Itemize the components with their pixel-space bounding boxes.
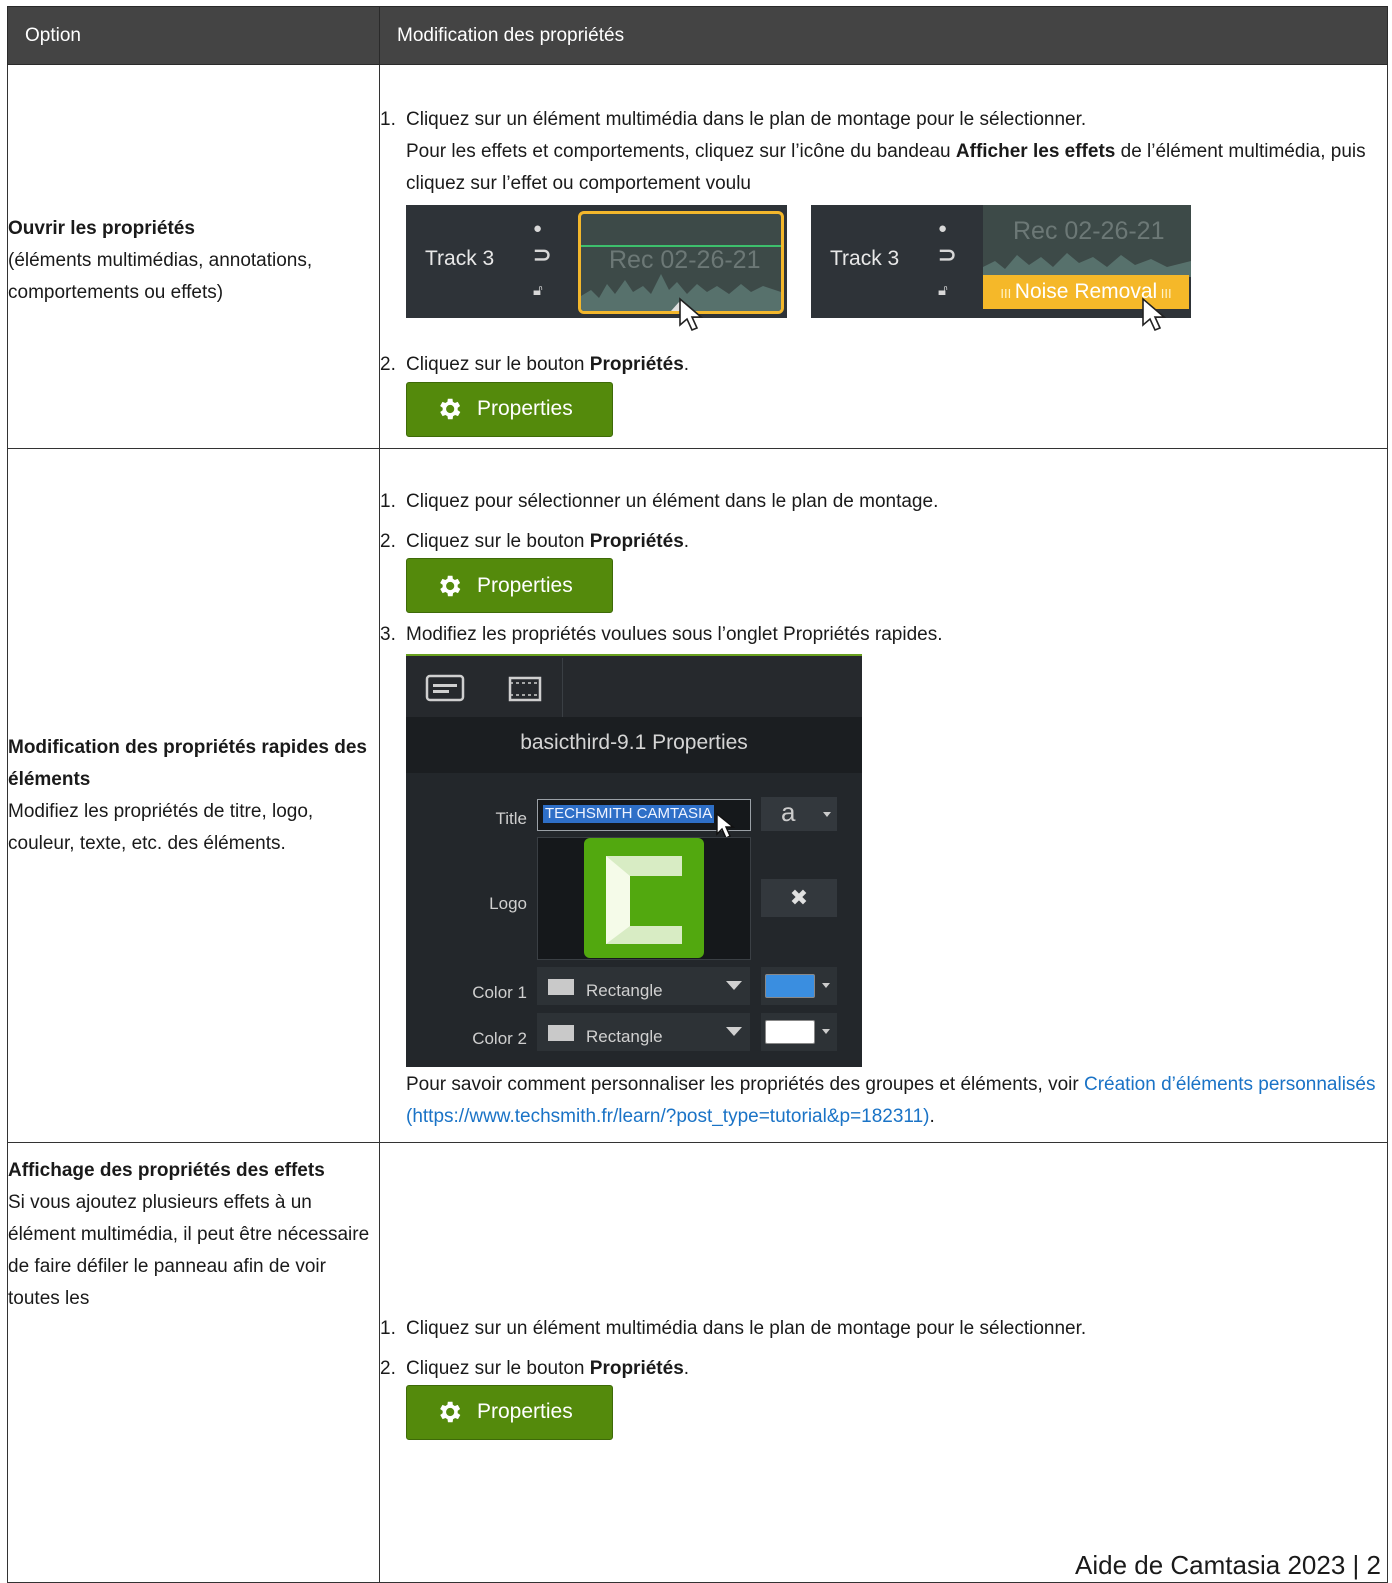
option-cell: Ouvrir les propriétés (éléments multiméd… bbox=[7, 64, 380, 449]
note: Pour savoir comment personnaliser les pr… bbox=[406, 1074, 1376, 1127]
step: 2. Cliquez sur le bouton Propriétés. Pro… bbox=[380, 1353, 1387, 1440]
option-title: Modification des propriétés rapides des … bbox=[8, 736, 367, 790]
modification-cell: 1. Cliquez sur un élément multimédia dan… bbox=[379, 1142, 1388, 1583]
step: 2. Cliquez sur le bouton Propriétés. Pro… bbox=[380, 349, 1387, 437]
option-cell: Affichage des propriétés des effets Si v… bbox=[7, 1142, 380, 1583]
color2-picker[interactable] bbox=[761, 1013, 837, 1051]
title-label: Title bbox=[495, 809, 528, 828]
lock-icon: 🔓︎ bbox=[938, 281, 948, 299]
font-style-dropdown[interactable]: a bbox=[761, 797, 837, 831]
table-row: Modification des propriétés rapides des … bbox=[7, 448, 1388, 1143]
option-desc: Si vous ajoutez plusieurs effets à un él… bbox=[8, 1192, 370, 1309]
color1-shape-select[interactable]: Rectangle bbox=[537, 967, 750, 1005]
header-option: Option bbox=[7, 6, 380, 65]
option-desc: (éléments multimédias, annotations, comp… bbox=[8, 249, 313, 303]
cursor-icon bbox=[1142, 296, 1167, 331]
table-row: Ouvrir les propriétés (éléments multiméd… bbox=[7, 64, 1388, 449]
header-modification: Modification des propriétés bbox=[379, 6, 1388, 65]
option-title: Affichage des propriétés des effets bbox=[8, 1160, 325, 1181]
panel-tabbar bbox=[406, 654, 862, 722]
properties-table: Option Modification des propriétés Ouvri… bbox=[7, 6, 1388, 1583]
media-clip[interactable]: Rec 02-26-21 bbox=[983, 204, 1191, 277]
timeline-track: Track 3 ● ⊃ 🔓︎ Rec 02-26-21 bbox=[406, 204, 787, 331]
cursor-icon bbox=[679, 296, 704, 331]
tab-quick-properties[interactable] bbox=[406, 658, 484, 722]
panel-title: basicthird-9.1 Properties bbox=[406, 717, 862, 773]
chevron-down-icon bbox=[823, 812, 831, 817]
color1-label: Color 1 bbox=[472, 983, 527, 1002]
magnet-icon: ⊃ bbox=[938, 241, 957, 267]
camtasia-logo bbox=[584, 838, 704, 958]
gear-icon bbox=[440, 398, 461, 420]
cursor-icon bbox=[716, 812, 735, 839]
lock-icon: 🔓︎ bbox=[533, 281, 543, 299]
step: 1. Cliquez sur un élément multimédia dan… bbox=[380, 1317, 1087, 1339]
gear-icon bbox=[440, 1401, 461, 1423]
step: 3. Modifiez les propriétés voulues sous … bbox=[380, 619, 1387, 1133]
step: 2. Cliquez sur le bouton Propriétés. Pro… bbox=[380, 526, 1387, 613]
properties-button[interactable]: Properties bbox=[406, 1384, 613, 1440]
film-icon bbox=[508, 676, 542, 702]
table-header-row: Option Modification des propriétés bbox=[7, 6, 1388, 65]
page-footer: Aide de Camtasia 2023 | 2 bbox=[1075, 1550, 1381, 1580]
option-desc: Modifiez les propriétés de titre, logo, … bbox=[8, 800, 314, 854]
option-title: Ouvrir les propriétés bbox=[8, 217, 195, 239]
tab-visual-properties[interactable] bbox=[484, 658, 563, 719]
close-icon: ✖ bbox=[789, 885, 809, 910]
modification-cell: 1. Cliquez pour sélectionner un élément … bbox=[379, 448, 1388, 1143]
chevron-down-icon bbox=[726, 981, 742, 990]
color2-shape-select[interactable]: Rectangle bbox=[537, 1013, 750, 1051]
clear-logo-button[interactable]: ✖ bbox=[761, 879, 837, 917]
color1-picker[interactable] bbox=[761, 967, 837, 1005]
logo-label: Logo bbox=[489, 894, 527, 913]
properties-button[interactable]: Properties bbox=[406, 558, 613, 613]
modification-cell: 1. Cliquez sur un élément multimédia dan… bbox=[379, 64, 1388, 449]
step: 1. Cliquez sur un élément multimédia dan… bbox=[380, 104, 1387, 345]
audio-waveform bbox=[983, 252, 1191, 277]
timeline-track: Track 3 ● ⊃ 🔓︎ Rec 02-26-21 bbox=[811, 204, 1191, 331]
properties-button[interactable]: Properties bbox=[406, 381, 613, 437]
quick-properties-panel: basicthird-9.1 Properties Title TECHSMIT… bbox=[406, 654, 862, 1067]
magnet-icon: ⊃ bbox=[533, 241, 552, 267]
step: 1. Cliquez pour sélectionner un élément … bbox=[380, 491, 939, 512]
chevron-down-icon bbox=[726, 1027, 742, 1036]
step-text: Cliquez sur un élément multimédia dans l… bbox=[406, 108, 1087, 130]
logo-well[interactable] bbox=[537, 837, 751, 960]
timeline-screenshots: Track 3 ● ⊃ 🔓︎ Rec 02-26-21 Track 3 ● ⊃ … bbox=[406, 204, 1387, 345]
gear-icon bbox=[440, 575, 461, 596]
table-row: Affichage des propriétés des effets Si v… bbox=[7, 1142, 1388, 1583]
option-cell: Modification des propriétés rapides des … bbox=[7, 448, 380, 1143]
quick-properties-icon bbox=[425, 674, 465, 702]
color2-label: Color 2 bbox=[472, 1029, 527, 1048]
